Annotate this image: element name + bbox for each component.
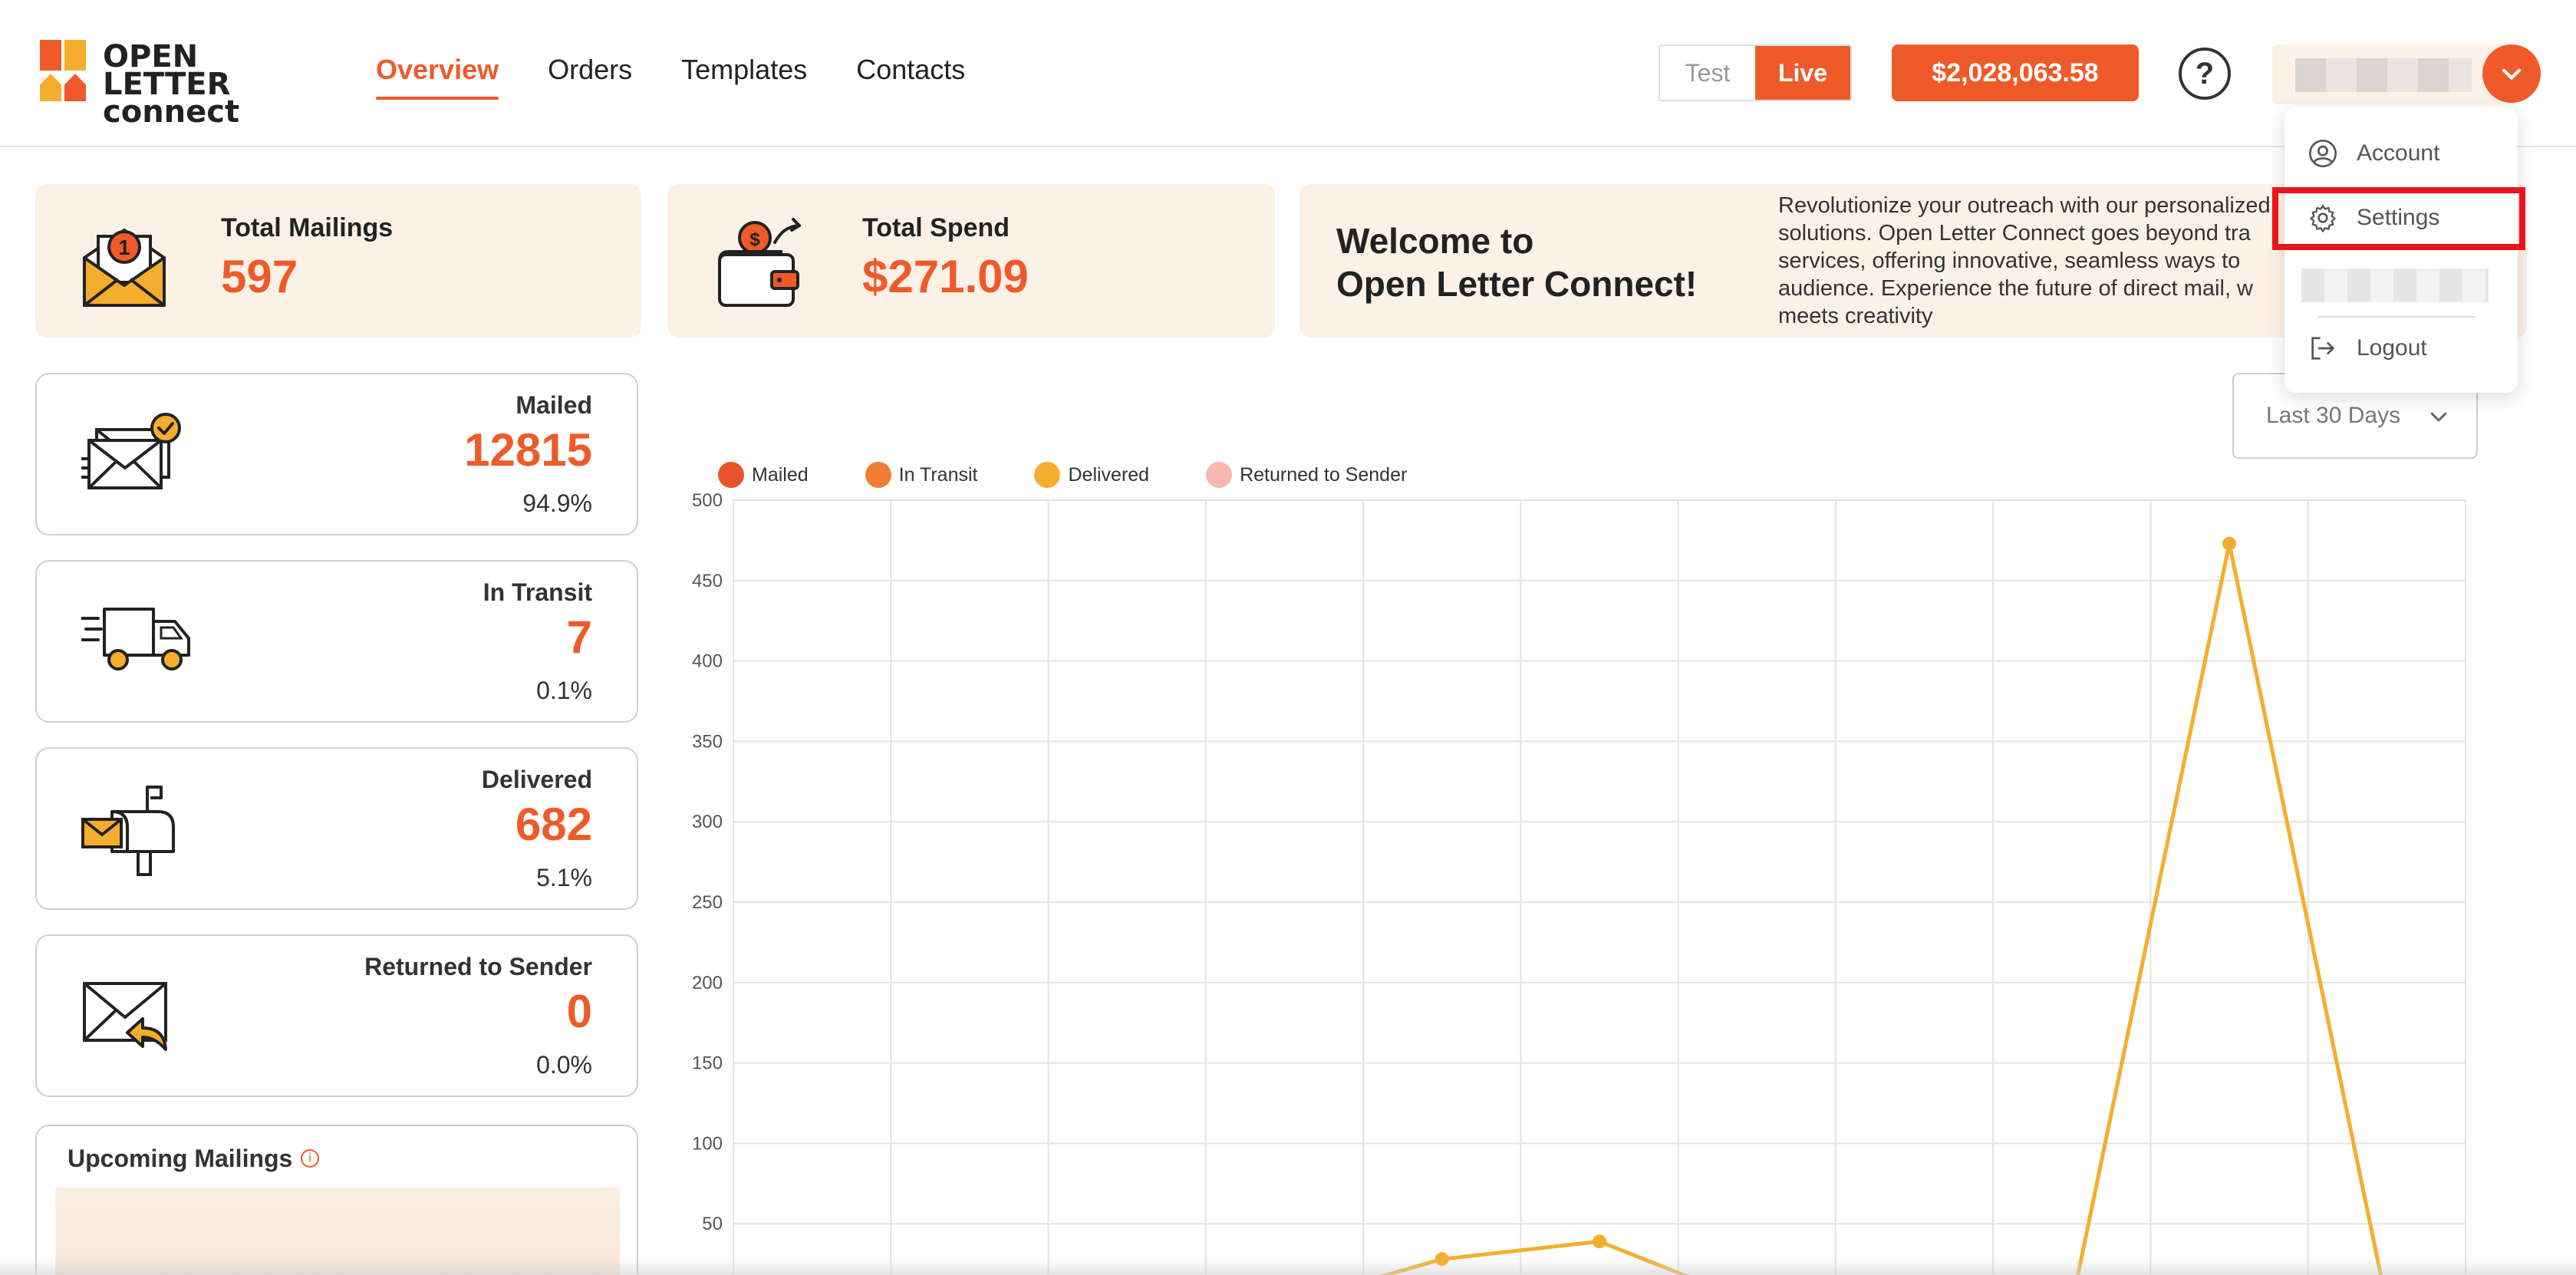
mode-live-button[interactable]: Live xyxy=(1755,46,1850,100)
status-card-in-transit[interactable]: In Transit 7 0.1% xyxy=(35,560,638,723)
status-mailed-percent: 94.9% xyxy=(522,489,592,517)
menu-item-redacted[interactable] xyxy=(2301,269,2489,302)
svg-text:$: $ xyxy=(749,229,760,250)
y-tick-label: 350 xyxy=(692,731,723,752)
welcome-title-line-2: Open Letter Connect! xyxy=(1336,264,1698,304)
mode-toggle: Test Live xyxy=(1659,44,1852,101)
welcome-title-line-1: Welcome to xyxy=(1336,221,1534,261)
status-mailed-label: Mailed xyxy=(516,391,592,419)
settings-highlight-box xyxy=(2272,187,2525,250)
total-spend-card: $ Total Spend $271.09 xyxy=(667,184,1275,338)
status-delivered-label: Delivered xyxy=(481,766,592,793)
status-returned-label: Returned to Sender xyxy=(364,953,592,980)
status-line-chart: 50 100 150 200 250 300 350 400 450 500 xyxy=(692,490,2466,1275)
nav-contacts[interactable]: Contacts xyxy=(856,54,965,100)
y-tick-label: 150 xyxy=(692,1053,723,1074)
logo-wordmark: OPEN LETTER connect xyxy=(103,39,316,130)
total-spend-label: Total Spend xyxy=(862,213,1010,242)
main-nav: Overview Orders Templates Contacts xyxy=(376,54,1014,100)
user-circle-icon xyxy=(2309,140,2337,167)
nav-templates[interactable]: Templates xyxy=(681,54,807,100)
status-card-returned[interactable]: Returned to Sender 0 0.0% xyxy=(35,934,638,1097)
brand-logo[interactable]: OPEN LETTER connect xyxy=(40,40,316,127)
menu-item-logout[interactable]: Logout xyxy=(2308,327,2427,370)
logo-house-2 xyxy=(64,74,86,101)
welcome-title: Welcome to Open Letter Connect! xyxy=(1336,219,1697,305)
status-in-transit-label: In Transit xyxy=(483,578,592,606)
y-tick-label: 450 xyxy=(692,571,723,591)
status-delivered-value: 682 xyxy=(515,799,592,850)
y-tick-label: 250 xyxy=(692,892,723,913)
total-mailings-card: 1 Total Mailings 597 xyxy=(35,184,641,338)
menu-item-account[interactable]: Account xyxy=(2308,132,2439,175)
user-profile-box[interactable] xyxy=(2272,44,2518,104)
delivery-truck-icon xyxy=(81,608,190,670)
upcoming-mailings-title: Upcoming Mailings xyxy=(68,1145,293,1172)
data-point xyxy=(2222,536,2237,551)
logo-square-1 xyxy=(40,40,61,71)
top-header: OPEN LETTER connect Overview Orders Temp… xyxy=(0,0,2576,147)
status-card-mailed[interactable]: Mailed 12815 94.9% xyxy=(35,373,638,535)
y-tick-label: 200 xyxy=(692,973,723,993)
user-name-redacted xyxy=(2295,58,2472,92)
logo-square-2 xyxy=(64,40,86,71)
info-icon[interactable]: i xyxy=(301,1149,319,1168)
logo-line-1: OPEN LETTER xyxy=(103,39,231,102)
status-delivered-percent: 5.1% xyxy=(536,864,592,891)
return-envelope-icon xyxy=(83,982,167,1051)
logo-line-2: connect xyxy=(103,94,240,130)
y-tick-label: 500 xyxy=(692,490,723,511)
help-icon[interactable]: ? xyxy=(2179,48,2231,100)
chevron-down-icon xyxy=(2502,68,2522,80)
y-tick-label: 300 xyxy=(692,812,723,832)
welcome-text: Revolutionize your outreach with our per… xyxy=(1778,193,2271,328)
status-mailed-value: 12815 xyxy=(464,424,592,476)
mailed-envelopes-icon xyxy=(81,413,181,489)
logout-icon xyxy=(2311,337,2334,360)
wallet-icon: $ xyxy=(718,218,801,307)
status-in-transit-percent: 0.1% xyxy=(536,677,592,704)
data-point xyxy=(1593,1234,1606,1249)
page-bottom-fade xyxy=(0,1258,2576,1275)
status-returned-value: 0 xyxy=(566,986,592,1037)
status-card-delivered[interactable]: Delivered 682 5.1% xyxy=(35,747,638,910)
menu-item-account-label: Account xyxy=(2357,140,2440,166)
logo-house-1 xyxy=(40,74,61,101)
date-range-value: Last 30 Days xyxy=(2266,403,2401,428)
envelope-badge-icon: 1 xyxy=(83,229,166,307)
user-menu-toggle[interactable] xyxy=(2482,44,2541,103)
y-tick-label: 100 xyxy=(692,1133,723,1154)
upcoming-mailings-card: Upcoming Mailings i xyxy=(35,1125,638,1275)
nav-orders[interactable]: Orders xyxy=(548,54,632,100)
balance-button[interactable]: $2,028,063.58 xyxy=(1892,44,2139,101)
status-returned-percent: 0.0% xyxy=(536,1051,592,1079)
user-dropdown-menu: Account Settings Logout xyxy=(2284,107,2518,393)
svg-text:1: 1 xyxy=(118,236,130,259)
total-mailings-label: Total Mailings xyxy=(221,213,394,242)
mailbox-icon xyxy=(81,786,175,876)
total-mailings-value: 597 xyxy=(221,251,298,302)
menu-item-logout-label: Logout xyxy=(2357,335,2427,361)
y-tick-label: 50 xyxy=(702,1214,723,1234)
menu-divider xyxy=(2318,316,2476,318)
status-in-transit-value: 7 xyxy=(566,611,592,663)
nav-overview[interactable]: Overview xyxy=(376,54,499,100)
y-tick-label: 400 xyxy=(692,651,723,672)
total-spend-value: $271.09 xyxy=(862,251,1029,302)
mode-test-button[interactable]: Test xyxy=(1660,46,1755,100)
chevron-down-icon xyxy=(2430,412,2447,422)
